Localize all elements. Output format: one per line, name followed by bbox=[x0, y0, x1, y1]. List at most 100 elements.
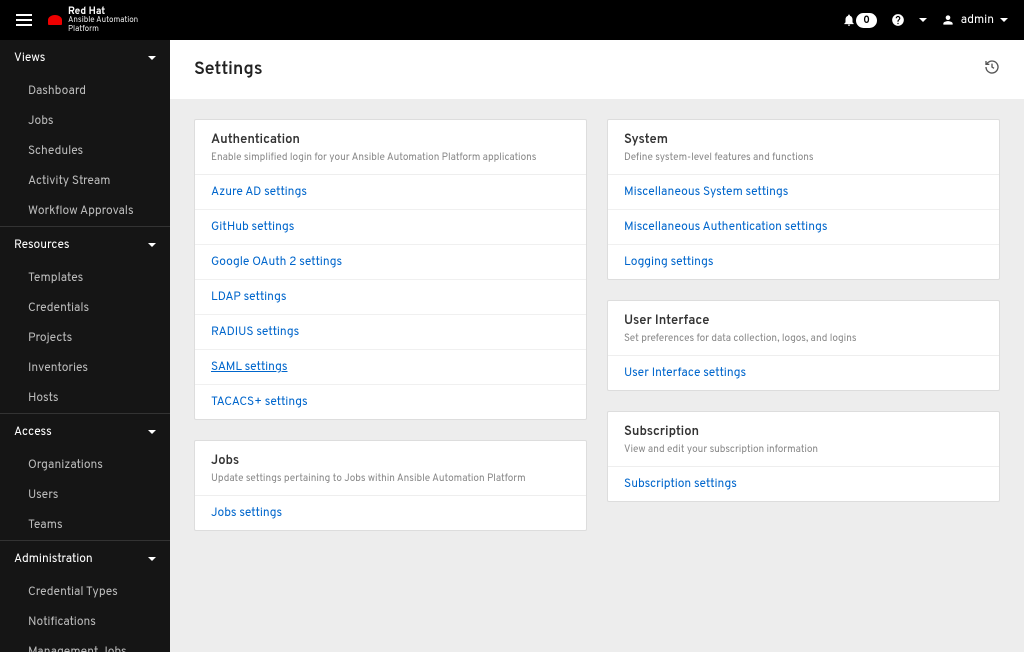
card-description: Enable simplified login for your Ansible… bbox=[211, 151, 570, 164]
right-column: System Define system-level features and f… bbox=[607, 119, 1000, 502]
brand-text: Red Hat Ansible Automation Platform bbox=[68, 6, 138, 35]
card-header: System Define system-level features and f… bbox=[608, 120, 999, 175]
nav-item[interactable]: Dashboard bbox=[0, 76, 170, 106]
topbar-left: Red Hat Ansible Automation Platform bbox=[16, 6, 138, 35]
card-header: User Interface Set preferences for data c… bbox=[608, 301, 999, 356]
brand-logo[interactable]: Red Hat Ansible Automation Platform bbox=[48, 6, 138, 35]
main: Settings Authentication Enable simplified… bbox=[170, 40, 1024, 652]
card-description: Update settings pertaining to Jobs withi… bbox=[211, 472, 570, 485]
settings-card: Subscription View and edit your subscript… bbox=[607, 411, 1000, 502]
nav-items: TemplatesCredentialsProjectsInventoriesH… bbox=[0, 263, 170, 413]
nav-section-label: Views bbox=[14, 50, 45, 66]
nav-section-header[interactable]: Access bbox=[0, 414, 170, 450]
notifications-button[interactable]: 0 bbox=[842, 13, 877, 28]
card-title: Jobs bbox=[211, 453, 570, 469]
card-title: Subscription bbox=[624, 424, 983, 440]
sidebar: Views DashboardJobsSchedulesActivity Stre… bbox=[0, 40, 170, 652]
nav-section: Resources TemplatesCredentialsProjectsInv… bbox=[0, 226, 170, 413]
help-button[interactable] bbox=[891, 13, 905, 27]
settings-link[interactable]: Azure AD settings bbox=[195, 175, 586, 210]
nav-item[interactable]: Workflow Approvals bbox=[0, 196, 170, 226]
settings-card: Authentication Enable simplified login fo… bbox=[194, 119, 587, 420]
menu-toggle[interactable] bbox=[16, 14, 32, 26]
nav-item[interactable]: Hosts bbox=[0, 383, 170, 413]
card-header: Jobs Update settings pertaining to Jobs w… bbox=[195, 441, 586, 496]
nav-section-label: Access bbox=[14, 424, 52, 440]
nav-item[interactable]: Templates bbox=[0, 263, 170, 293]
settings-link[interactable]: RADIUS settings bbox=[195, 315, 586, 350]
settings-card: Jobs Update settings pertaining to Jobs w… bbox=[194, 440, 587, 531]
user-icon bbox=[941, 13, 955, 27]
page-title: Settings bbox=[194, 58, 263, 81]
nav-section-header[interactable]: Views bbox=[0, 40, 170, 76]
bell-icon bbox=[842, 13, 856, 27]
settings-card: User Interface Set preferences for data c… bbox=[607, 300, 1000, 391]
nav-section: Administration Credential TypesNotificati… bbox=[0, 540, 170, 652]
chevron-down-icon bbox=[148, 56, 156, 60]
topbar-right: 0 admin bbox=[842, 12, 1008, 28]
settings-link[interactable]: Logging settings bbox=[608, 245, 999, 279]
nav-section-header[interactable]: Resources bbox=[0, 227, 170, 263]
username-label: admin bbox=[961, 12, 994, 28]
left-column: Authentication Enable simplified login fo… bbox=[194, 119, 587, 531]
card-title: User Interface bbox=[624, 313, 983, 329]
nav-item[interactable]: Notifications bbox=[0, 607, 170, 637]
nav-item[interactable]: Teams bbox=[0, 510, 170, 540]
card-description: Define system-level features and functio… bbox=[624, 151, 983, 164]
nav-section-label: Administration bbox=[14, 551, 93, 567]
notification-count: 0 bbox=[856, 13, 877, 28]
card-body: User Interface settings bbox=[608, 356, 999, 390]
nav-item[interactable]: Inventories bbox=[0, 353, 170, 383]
history-button[interactable] bbox=[984, 59, 1000, 80]
card-title: Authentication bbox=[211, 132, 570, 148]
brand-sub: Platform bbox=[68, 26, 138, 35]
nav-section-label: Resources bbox=[14, 237, 70, 253]
nav-section: Access OrganizationsUsersTeams bbox=[0, 413, 170, 540]
content: Authentication Enable simplified login fo… bbox=[170, 99, 1024, 551]
settings-link[interactable]: LDAP settings bbox=[195, 280, 586, 315]
nav-item[interactable]: Credentials bbox=[0, 293, 170, 323]
settings-link[interactable]: TACACS+ settings bbox=[195, 385, 586, 419]
nav-item[interactable]: Organizations bbox=[0, 450, 170, 480]
settings-link[interactable]: Google OAuth 2 settings bbox=[195, 245, 586, 280]
history-icon bbox=[984, 59, 1000, 75]
settings-link[interactable]: Miscellaneous Authentication settings bbox=[608, 210, 999, 245]
card-title: System bbox=[624, 132, 983, 148]
page-header: Settings bbox=[170, 40, 1024, 99]
nav-item[interactable]: Projects bbox=[0, 323, 170, 353]
nav-item[interactable]: Users bbox=[0, 480, 170, 510]
card-body: Miscellaneous System settingsMiscellaneo… bbox=[608, 175, 999, 279]
nav-item[interactable]: Schedules bbox=[0, 136, 170, 166]
user-caret-icon bbox=[1000, 18, 1008, 22]
card-header: Subscription View and edit your subscript… bbox=[608, 412, 999, 467]
chevron-down-icon bbox=[148, 430, 156, 434]
redhat-icon bbox=[48, 15, 62, 25]
user-menu[interactable]: admin bbox=[941, 12, 1008, 28]
nav-item[interactable]: Jobs bbox=[0, 106, 170, 136]
nav-section-header[interactable]: Administration bbox=[0, 541, 170, 577]
nav-section: Views DashboardJobsSchedulesActivity Stre… bbox=[0, 40, 170, 226]
nav-items: Credential TypesNotificationsManagement … bbox=[0, 577, 170, 652]
settings-card: System Define system-level features and f… bbox=[607, 119, 1000, 280]
card-body: Azure AD settingsGitHub settingsGoogle O… bbox=[195, 175, 586, 419]
nav-item[interactable]: Management Jobs bbox=[0, 637, 170, 652]
card-body: Jobs settings bbox=[195, 496, 586, 530]
settings-link[interactable]: Miscellaneous System settings bbox=[608, 175, 999, 210]
card-header: Authentication Enable simplified login fo… bbox=[195, 120, 586, 175]
nav-item[interactable]: Activity Stream bbox=[0, 166, 170, 196]
card-body: Subscription settings bbox=[608, 467, 999, 501]
chevron-down-icon bbox=[148, 557, 156, 561]
settings-link[interactable]: Jobs settings bbox=[195, 496, 586, 530]
nav-items: OrganizationsUsersTeams bbox=[0, 450, 170, 540]
nav-items: DashboardJobsSchedulesActivity StreamWor… bbox=[0, 76, 170, 226]
settings-link[interactable]: GitHub settings bbox=[195, 210, 586, 245]
question-icon bbox=[891, 13, 905, 27]
settings-link[interactable]: User Interface settings bbox=[608, 356, 999, 390]
settings-link[interactable]: Subscription settings bbox=[608, 467, 999, 501]
card-description: View and edit your subscription informat… bbox=[624, 443, 983, 456]
settings-link[interactable]: SAML settings bbox=[195, 350, 586, 385]
help-caret-icon[interactable] bbox=[919, 18, 927, 22]
chevron-down-icon bbox=[148, 243, 156, 247]
card-description: Set preferences for data collection, log… bbox=[624, 332, 983, 345]
nav-item[interactable]: Credential Types bbox=[0, 577, 170, 607]
